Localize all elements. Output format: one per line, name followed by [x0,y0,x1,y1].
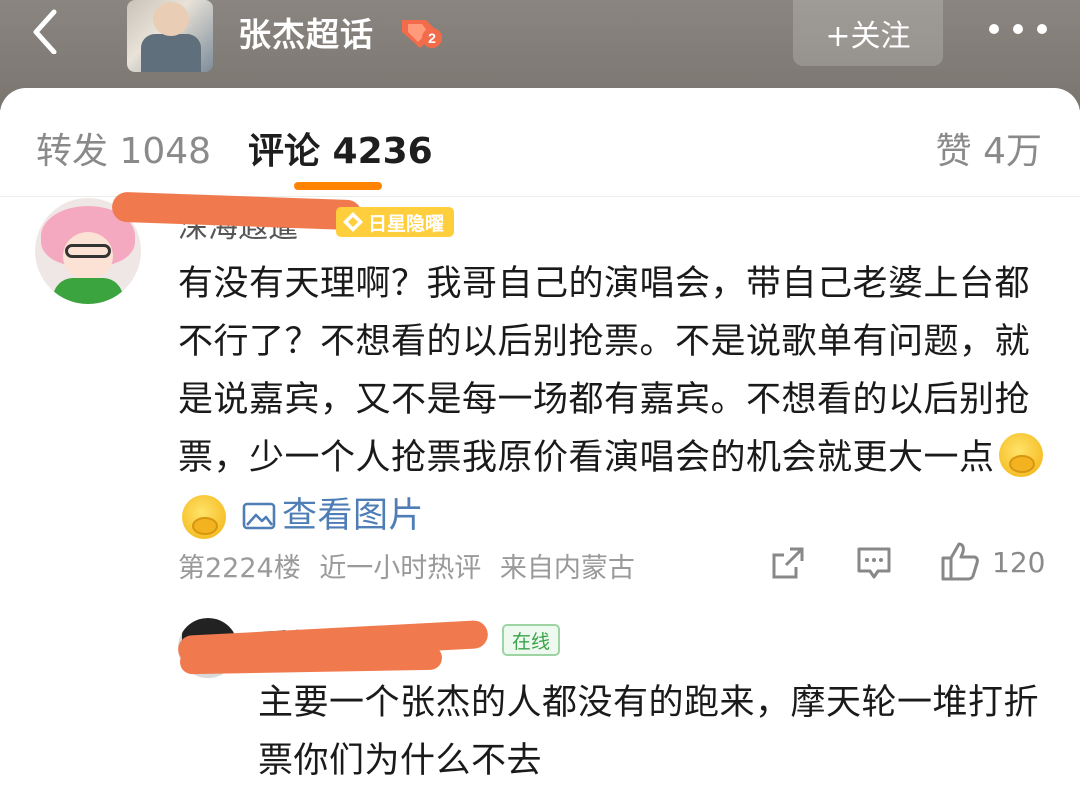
follow-button[interactable]: +关注 [793,0,943,66]
tab-like[interactable]: 赞 4万 [936,122,1042,174]
tab-comment[interactable]: 评论 4236 [248,122,433,174]
topic-title[interactable]: 张杰超话 [238,8,374,56]
redaction-mark [179,645,443,675]
view-image-label: 查看图片 [282,496,425,536]
svg-text:2: 2 [428,30,436,46]
comment-icon[interactable] [856,545,892,581]
active-tab-indicator [294,182,382,190]
user-badge-label: 日星隐曜 [368,212,445,235]
more-dots-icon[interactable] [986,14,1050,44]
online-status-badge: 在线 [502,624,561,656]
comment-location: 来自内蒙古 [499,553,635,584]
diamond-icon [343,212,363,232]
comment-body: 有没有天理啊？我哥自己的演唱会，带自己老婆上台都不行了？不想看的以后别抢票。不是… [178,255,1048,549]
floor-number: 第2224楼 [178,553,301,584]
comment-meta: 第2224楼 近一小时热评 来自内蒙古 [178,546,645,585]
image-icon [242,502,276,530]
chevron-left-icon[interactable] [24,6,72,54]
level-badge-icon: 2 [402,20,442,48]
user-badge[interactable]: 日星隐曜 [336,207,455,237]
thumbs-up-icon[interactable] [940,540,980,582]
tab-repost[interactable]: 转发 1048 [36,122,211,174]
comment-time: 近一小时热评 [319,553,482,584]
emoji-icon [182,495,226,539]
view-image-link[interactable]: 查看图片 [242,487,424,545]
like-count: 120 [992,546,1046,579]
comment-text: 有没有天理啊？我哥自己的演唱会，带自己老婆上台都不行了？不想看的以后别抢票。不是… [178,264,1031,478]
reply-text: 主要一个张杰的人都没有的跑来，摩天轮一堆打折票你们为什么不去 [258,683,1040,781]
share-icon[interactable] [770,545,806,581]
topic-avatar[interactable] [127,0,213,72]
emoji-icon [998,433,1043,477]
tab-bar: 转发 1048 评论 4236 赞 4万 [0,88,1080,196]
